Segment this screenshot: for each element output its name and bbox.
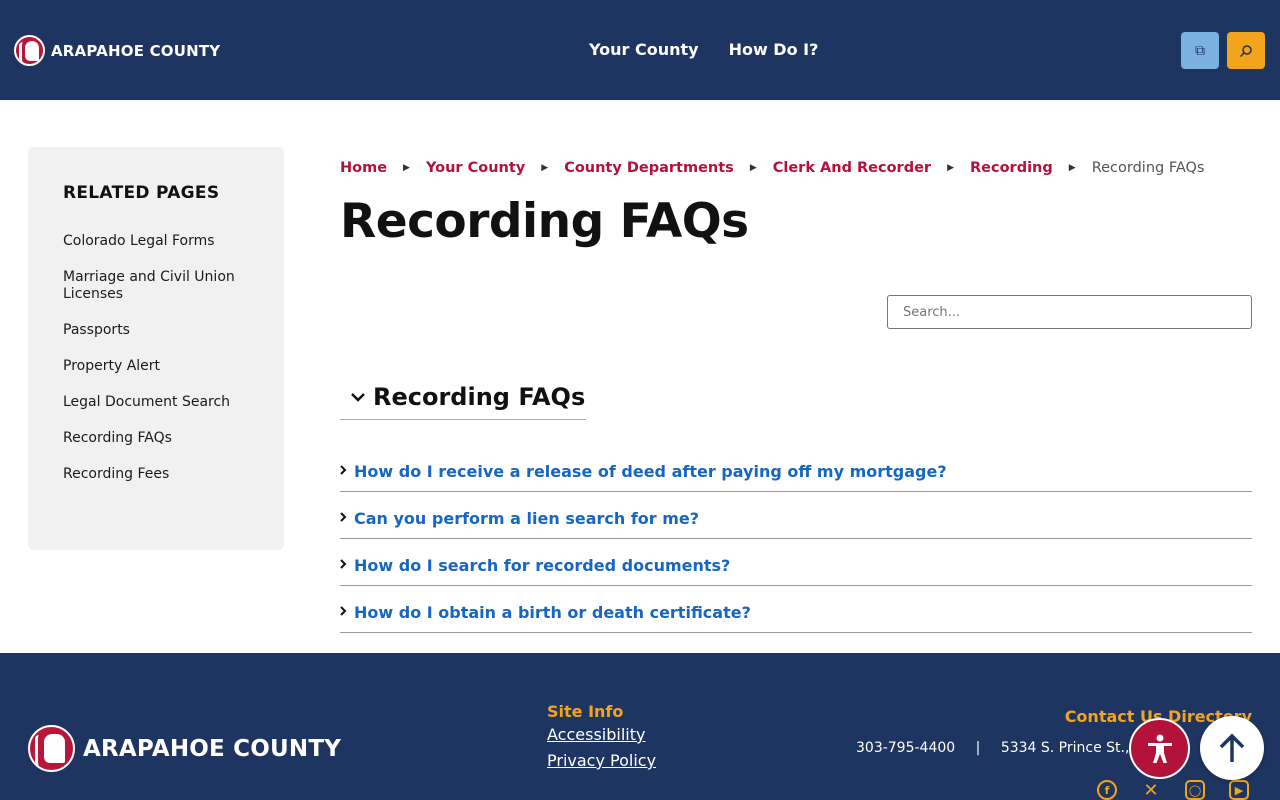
- arrow-up-icon: [1219, 733, 1245, 762]
- sidebar-item-passports[interactable]: Passports: [63, 322, 263, 339]
- breadcrumb-clerk-and-recorder[interactable]: Clerk And Recorder: [773, 160, 931, 176]
- translate-icon: ⧉: [1195, 42, 1205, 59]
- search-icon: [1239, 44, 1252, 57]
- facebook-icon[interactable]: f: [1097, 780, 1117, 800]
- sidebar-item-recording-faqs[interactable]: Recording FAQs: [63, 430, 263, 447]
- site-logo[interactable]: ARAPAHOE COUNTY: [14, 35, 220, 66]
- breadcrumb-separator-icon: ▶: [1068, 163, 1076, 173]
- logo-text: ARAPAHOE COUNTY: [51, 41, 221, 60]
- chevron-right-icon: [340, 464, 354, 478]
- sidebar-item-legal-document-search[interactable]: Legal Document Search: [63, 394, 263, 411]
- faq-item[interactable]: How do I search for recorded documents?: [340, 539, 1252, 586]
- contact-line: 303-795-4400 | 5334 S. Prince St., Li: [856, 740, 1146, 756]
- translate-button[interactable]: ⧉: [1181, 32, 1219, 69]
- faq-list: How do I receive a release of deed after…: [340, 445, 1252, 633]
- breadcrumb-separator-icon: ▶: [947, 163, 954, 173]
- sidebar-item-recording-fees[interactable]: Recording Fees: [63, 466, 263, 483]
- faq-question-release-of-deed[interactable]: How do I receive a release of deed after…: [354, 462, 947, 481]
- back-to-top-button[interactable]: [1200, 716, 1264, 780]
- accessibility-widget-button[interactable]: [1129, 718, 1190, 779]
- phone-number[interactable]: 303-795-4400: [856, 740, 955, 756]
- site-info-title: Site Info: [547, 702, 624, 721]
- footer-logo-text: ARAPAHOE COUNTY: [83, 735, 342, 762]
- county-seal-icon: [14, 35, 45, 66]
- sidebar-item-marriage-licenses[interactable]: Marriage and Civil Union Licenses: [63, 269, 263, 303]
- faq-item[interactable]: Can you perform a lien search for me?: [340, 492, 1252, 539]
- main-nav: Your County How Do I?: [589, 40, 818, 59]
- sidebar-item-colorado-legal-forms[interactable]: Colorado Legal Forms: [63, 233, 263, 250]
- site-header: ARAPAHOE COUNTY Your County How Do I? ⧉: [0, 0, 1280, 100]
- nav-your-county[interactable]: Your County: [589, 40, 699, 59]
- faq-item[interactable]: How do I obtain a birth or death certifi…: [340, 586, 1252, 633]
- footer-logo[interactable]: ARAPAHOE COUNTY: [28, 725, 341, 772]
- breadcrumb-recording[interactable]: Recording: [970, 160, 1053, 176]
- privacy-policy-link[interactable]: Privacy Policy: [547, 748, 656, 774]
- chevron-down-icon: [340, 388, 370, 406]
- county-seal-icon: [28, 725, 75, 772]
- accessibility-person-icon: [1147, 734, 1172, 763]
- breadcrumb-separator-icon: ▶: [541, 163, 549, 173]
- breadcrumb-your-county[interactable]: Your County: [426, 160, 525, 176]
- social-links: f ✕ ◯ ▶: [1097, 780, 1249, 800]
- breadcrumb-separator-icon: ▶: [403, 163, 410, 173]
- x-twitter-icon[interactable]: ✕: [1141, 780, 1161, 800]
- sidebar-title: RELATED PAGES: [63, 183, 220, 203]
- faq-item[interactable]: How do I receive a release of deed after…: [340, 445, 1252, 492]
- breadcrumb-separator-icon: ▶: [749, 163, 757, 173]
- chevron-right-icon: [340, 511, 354, 525]
- breadcrumb-current: Recording FAQs: [1091, 160, 1205, 176]
- related-pages-list: Colorado Legal Forms Marriage and Civil …: [63, 233, 263, 502]
- related-pages-sidebar: RELATED PAGES Colorado Legal Forms Marri…: [28, 147, 284, 550]
- site-footer: ARAPAHOE COUNTY Site Info Accessibility …: [0, 653, 1280, 800]
- page-title: Recording FAQs: [340, 194, 749, 249]
- faq-section-toggle[interactable]: Recording FAQs: [340, 375, 586, 420]
- site-info: Site Info Accessibility Privacy Policy: [547, 702, 656, 774]
- youtube-icon[interactable]: ▶: [1229, 780, 1249, 800]
- breadcrumb-county-departments[interactable]: County Departments: [564, 160, 734, 176]
- faq-question-search-recorded-documents[interactable]: How do I search for recorded documents?: [354, 556, 730, 575]
- nav-how-do-i[interactable]: How Do I?: [729, 40, 819, 59]
- faq-question-birth-death-certificate[interactable]: How do I obtain a birth or death certifi…: [354, 603, 751, 622]
- address: 5334 S. Prince St., Li: [1000, 740, 1146, 756]
- instagram-icon[interactable]: ◯: [1185, 780, 1205, 800]
- breadcrumb-home[interactable]: Home: [340, 160, 387, 176]
- faq-search-input[interactable]: [887, 295, 1252, 329]
- site-search-button[interactable]: [1227, 32, 1265, 69]
- chevron-right-icon: [340, 605, 354, 619]
- faq-question-lien-search[interactable]: Can you perform a lien search for me?: [354, 509, 699, 528]
- accessibility-link[interactable]: Accessibility: [547, 722, 656, 748]
- sidebar-item-property-alert[interactable]: Property Alert: [63, 358, 263, 375]
- contact-separator: |: [975, 740, 981, 756]
- breadcrumb: Home ▶ Your County ▶ County Departments …: [340, 160, 1204, 176]
- chevron-right-icon: [340, 558, 354, 572]
- faq-section-title: Recording FAQs: [373, 383, 586, 411]
